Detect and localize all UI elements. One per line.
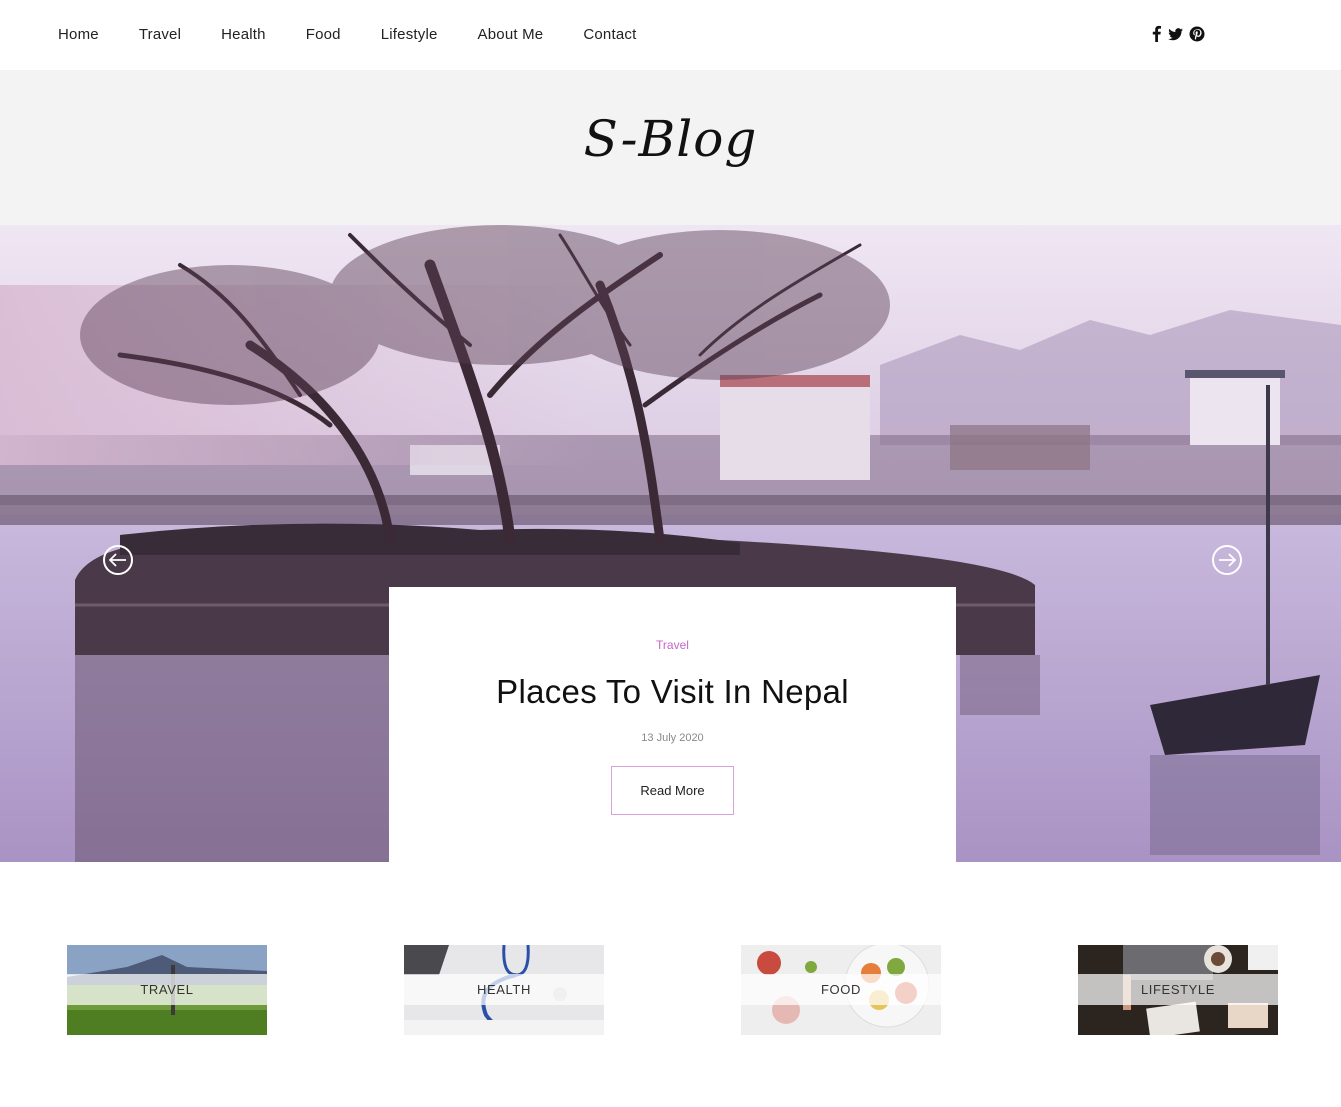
site-logo[interactable]: S-Blog — [0, 110, 1341, 168]
pinterest-icon[interactable] — [1189, 26, 1205, 42]
category-label-band: HEALTH — [404, 974, 604, 1005]
category-label-band: FOOD — [741, 974, 941, 1005]
category-tile-health[interactable]: HEALTH — [404, 945, 604, 1035]
category-tile-travel[interactable]: TRAVEL — [67, 945, 267, 1035]
nav-link-travel[interactable]: Travel — [139, 26, 181, 43]
post-title[interactable]: Places To Visit In Nepal — [389, 673, 956, 711]
arrow-right-icon — [1219, 553, 1236, 567]
category-label: TRAVEL — [140, 982, 194, 997]
twitter-icon[interactable] — [1168, 27, 1183, 41]
read-more-button[interactable]: Read More — [611, 766, 734, 815]
slider-prev-button[interactable] — [103, 545, 133, 575]
top-navigation: Home Travel Health Food Lifestyle About … — [0, 0, 1341, 70]
category-tile-lifestyle[interactable]: LIFESTYLE — [1078, 945, 1278, 1035]
nav-link-contact[interactable]: Contact — [583, 26, 636, 43]
nav-link-lifestyle[interactable]: Lifestyle — [381, 26, 438, 43]
category-label: LIFESTYLE — [1140, 982, 1216, 997]
arrow-left-icon — [109, 553, 126, 567]
nav-link-health[interactable]: Health — [221, 26, 266, 43]
category-label: FOOD — [821, 982, 861, 997]
nav-link-about-me[interactable]: About Me — [478, 26, 544, 43]
category-tile-food[interactable]: FOOD — [741, 945, 941, 1035]
category-label: HEALTH — [477, 982, 531, 997]
category-label-band: TRAVEL — [67, 974, 267, 1005]
post-category[interactable]: Travel — [389, 638, 956, 652]
main-menu: Home Travel Health Food Lifestyle About … — [58, 26, 636, 43]
nav-link-home[interactable]: Home — [58, 26, 99, 43]
nav-link-food[interactable]: Food — [306, 26, 341, 43]
hero-slider: Travel Places To Visit In Nepal 13 July … — [0, 225, 1341, 862]
category-label-band: LIFESTYLE — [1078, 974, 1278, 1005]
hero-post-card: Travel Places To Visit In Nepal 13 July … — [389, 587, 956, 862]
site-header: S-Blog — [0, 70, 1341, 225]
slider-next-button[interactable] — [1212, 545, 1242, 575]
social-links — [1150, 25, 1205, 42]
post-date: 13 July 2020 — [641, 732, 704, 744]
facebook-icon[interactable] — [1150, 25, 1162, 42]
